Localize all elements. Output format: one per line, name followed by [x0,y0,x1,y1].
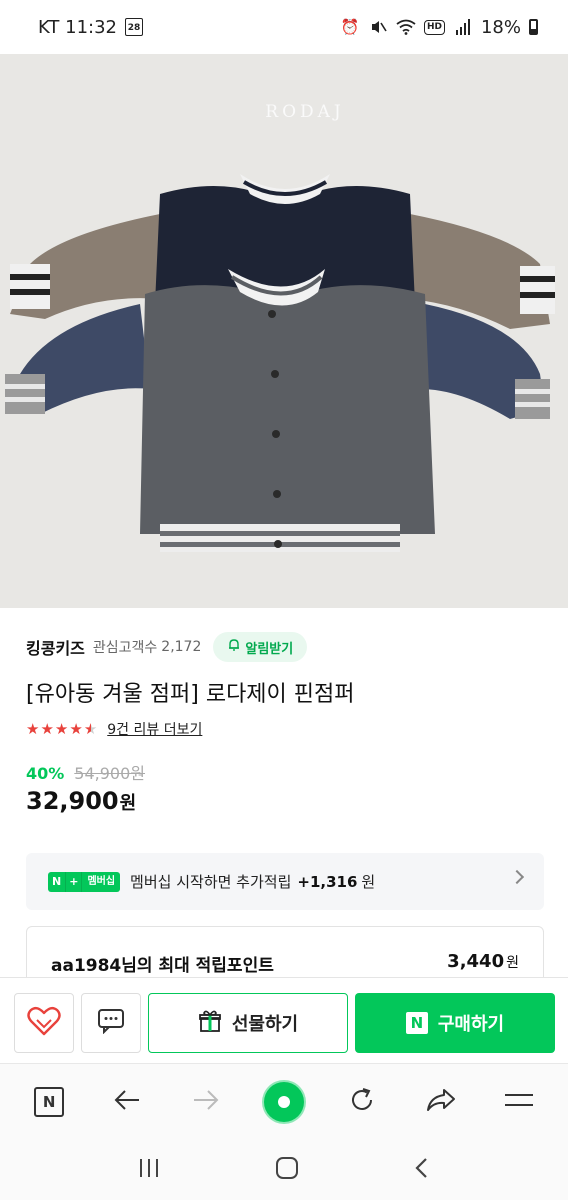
back-button[interactable] [103,1078,151,1126]
arrow-right-icon [192,1089,220,1115]
membership-text: 멤버십 시작하면 추가적립 [130,873,292,891]
price-unit: 원 [119,793,137,814]
gift-icon [198,1009,222,1038]
carrier-time: KT 11:32 [38,16,117,38]
gift-label: 선물하기 [231,1014,299,1035]
menu-button[interactable] [495,1078,543,1126]
store-row: 킹콩키즈 관심고객수 2,172 알림받기 [26,631,308,663]
purchase-action-bar: 선물하기 N 구매하기 [0,977,568,1063]
product-title: [유아동 겨울 점퍼] 로다제이 핀점퍼 [26,682,355,707]
heart-icon [27,1006,61,1040]
arrow-left-icon [113,1089,141,1115]
battery-icon [529,19,538,35]
naver-home-button[interactable]: N [25,1078,73,1126]
naver-home-icon: N [34,1086,65,1117]
share-button[interactable] [417,1078,465,1126]
product-image[interactable]: RODAJ [0,54,568,608]
star-half-icon: ★ [83,719,98,738]
brand-watermark: RODAJ [265,102,344,122]
browser-toolbar: N [0,1063,568,1139]
star-icon: ★ [69,719,83,738]
chat-bubble-icon [97,1008,125,1038]
chevron-right-icon [509,869,525,885]
alarm-button[interactable]: 알림받기 [213,632,308,662]
wifi-icon [396,17,416,37]
membership-banner[interactable]: N + 멤버십 멤버십 시작하면 추가적립 +1,316 원 [26,853,544,910]
buy-label: 구매하기 [437,1014,505,1035]
follower-label: 관심고객수 [92,640,158,656]
green-dot-button[interactable] [260,1078,308,1126]
discount-row: 40% 54,900원 [26,760,145,784]
battery-percent: 18% [480,16,521,38]
refresh-button[interactable] [338,1078,386,1126]
membership-unit: 원 [361,873,376,891]
mute-icon [368,17,388,37]
original-price: 54,900원 [74,764,146,783]
rating-row: ★ ★ ★ ★ ★ 9건 리뷰 더보기 [26,719,202,739]
max-points-label: aa1984님의 최대 적립포인트 [51,956,274,976]
store-name[interactable]: 킹콩키즈 [26,635,85,659]
recent-apps-icon[interactable] [137,1157,161,1183]
alarm-icon: ⏰ [340,18,360,36]
green-dot-icon [263,1081,304,1122]
talk-button[interactable] [81,993,141,1053]
hamburger-icon [504,1091,534,1113]
refresh-icon [348,1086,376,1118]
forward-button[interactable] [182,1078,230,1126]
price-row: 32,900 원 [26,787,136,815]
home-icon[interactable] [274,1155,300,1185]
bell-plus-icon [227,638,241,656]
star-icon: ★ [26,719,40,738]
sale-price: 32,900 [26,787,119,815]
gift-button[interactable]: 선물하기 [148,993,348,1053]
rating-stars: ★ ★ ★ ★ ★ [26,719,98,738]
hd-voice-icon: HD [423,19,445,35]
back-nav-icon[interactable] [413,1156,431,1184]
signal-icon [453,17,473,37]
share-icon [426,1087,456,1117]
membership-points: +1,316 [297,872,358,891]
wishlist-button[interactable] [14,993,74,1053]
follower-count: 2,172 [161,639,202,655]
system-nav-bar [0,1139,568,1200]
max-points-value: 3,440 원 [447,951,519,972]
star-icon: ★ [40,719,54,738]
discount-rate: 40% [26,764,65,783]
naver-pay-icon: N [405,1012,428,1034]
review-link[interactable]: 9건 리뷰 더보기 [107,719,202,739]
calendar-badge-icon: 28 [125,18,143,36]
alarm-label: 알림받기 [245,641,294,657]
status-bar: KT 11:32 28 ⏰ HD 18% [0,0,568,54]
buy-button[interactable]: N 구매하기 [355,993,555,1053]
naver-plus-badge: N + 멤버십 [48,871,121,892]
star-icon: ★ [54,719,69,738]
